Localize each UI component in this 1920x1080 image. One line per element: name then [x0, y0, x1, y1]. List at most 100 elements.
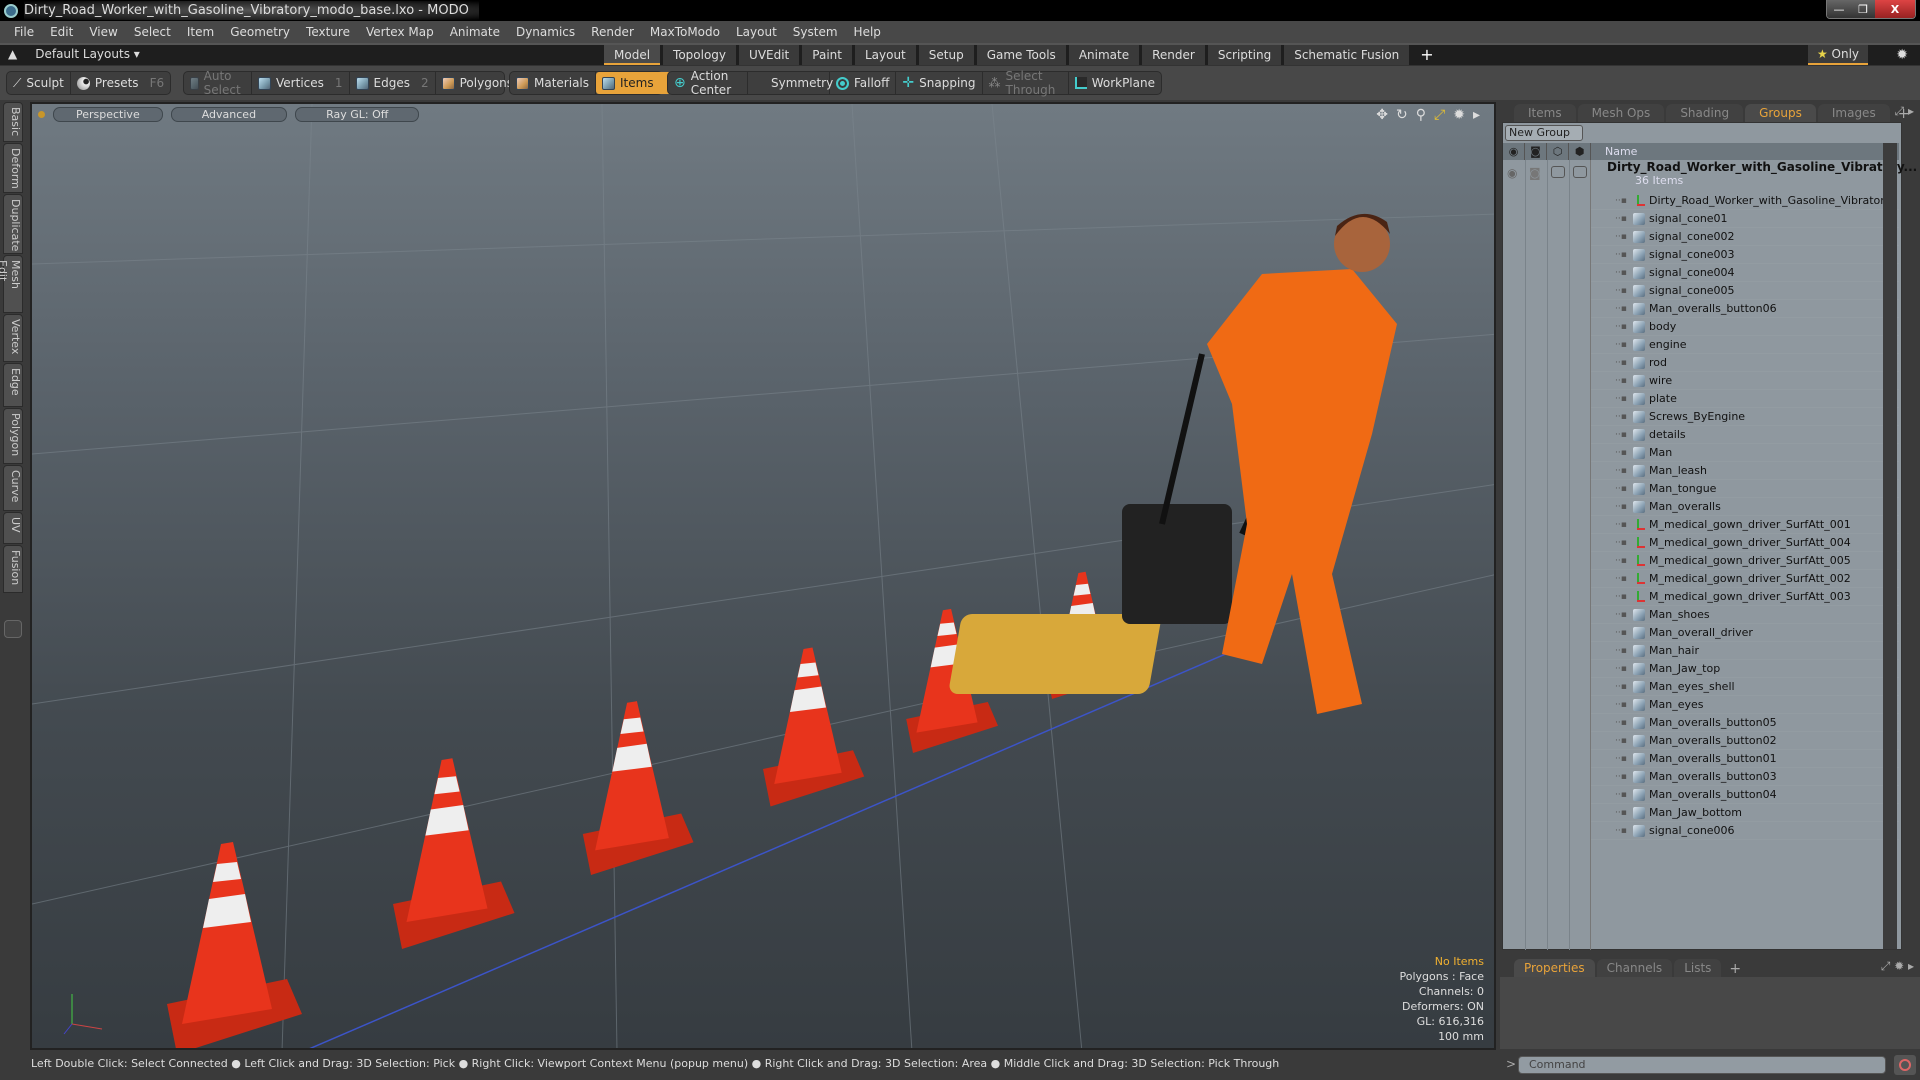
panel-toggle-button[interactable] — [4, 620, 22, 638]
raygl-dropdown[interactable]: Ray GL: Off — [295, 106, 420, 122]
view-mode-dropdown[interactable]: Perspective — [53, 106, 163, 122]
tab-polygon[interactable]: Polygon — [3, 408, 23, 464]
viewport-menu-dot[interactable] — [38, 110, 45, 118]
group-item[interactable]: ··▪ details — [1591, 426, 1899, 444]
group-item[interactable]: ··▪ Screws_ByEngine — [1591, 408, 1899, 426]
sculpt-button[interactable]: ⟋ Sculpt — [7, 72, 71, 94]
menu-animate[interactable]: Animate — [442, 25, 508, 39]
group-item[interactable]: ··▪ Man_overalls_button04 — [1591, 786, 1899, 804]
menu-render[interactable]: Render — [583, 25, 642, 39]
3d-viewport[interactable]: Perspective Advanced Ray GL: Off ✥ ↻ ⚲ ⤢… — [30, 102, 1496, 1050]
group-item[interactable]: ··▪ Man_Jaw_bottom — [1591, 804, 1899, 822]
group-item[interactable]: ··▪ Man_overalls_button06 — [1591, 300, 1899, 318]
tab-shading[interactable]: Shading — [1666, 104, 1744, 122]
lock-toggle[interactable] — [1551, 166, 1565, 178]
auto-select-button[interactable]: Auto Select — [184, 69, 253, 97]
group-root[interactable]: Dirty_Road_Worker_with_Gasoline_Vibrator… — [1591, 160, 1917, 192]
group-item[interactable]: ··▪ Man — [1591, 444, 1899, 462]
menu-help[interactable]: Help — [846, 25, 889, 39]
collapse-up-icon[interactable]: ▲ — [8, 47, 17, 61]
close-button[interactable]: X — [1875, 0, 1915, 18]
action-center-button[interactable]: ⊕ Action Center — [668, 69, 748, 97]
vertices-button[interactable]: Vertices 1 — [252, 72, 350, 94]
tab-mesh-ops[interactable]: Mesh Ops — [1577, 104, 1665, 122]
group-item[interactable]: ··▪ Man_overall_driver — [1591, 624, 1899, 642]
tab-setup[interactable]: Setup — [918, 45, 974, 65]
menu-item[interactable]: Item — [179, 25, 222, 39]
menu-view[interactable]: View — [81, 25, 125, 39]
bottom-panel-controls-icon[interactable]: ⤢ ✹ ▸ — [1881, 959, 1914, 974]
default-layouts-dropdown[interactable]: Default Layouts ▾ — [35, 47, 140, 61]
group-item[interactable]: ··▪ signal_cone003 — [1591, 246, 1899, 264]
tab-uv[interactable]: UV — [3, 512, 23, 544]
expand-arrow-icon[interactable]: ▸ — [1473, 107, 1480, 123]
group-item[interactable]: ··▪ Man_tongue — [1591, 480, 1899, 498]
group-item[interactable]: ··▪ Dirty_Road_Worker_with_Gasoline_Vibra… — [1591, 192, 1899, 210]
menu-file[interactable]: File — [6, 25, 42, 39]
tab-curve[interactable]: Curve — [3, 465, 23, 511]
group-item[interactable]: ··▪ M_medical_gown_driver_SurfAtt_004 — [1591, 534, 1899, 552]
settings-icon[interactable]: ✹ — [1453, 107, 1465, 123]
tab-items[interactable]: Items — [1514, 104, 1576, 122]
group-item[interactable]: ··▪ M_medical_gown_driver_SurfAtt_005 — [1591, 552, 1899, 570]
group-item[interactable]: ··▪ wire — [1591, 372, 1899, 390]
tab-layout[interactable]: Layout — [854, 45, 916, 65]
eye-icon[interactable]: ◉ — [1507, 166, 1517, 180]
tab-edge[interactable]: Edge — [3, 363, 23, 407]
minimize-button[interactable]: — — [1827, 0, 1851, 18]
render-column-icon[interactable]: ◙ — [1525, 143, 1547, 160]
add-bottom-tab-button[interactable]: + — [1723, 961, 1747, 977]
record-button[interactable] — [1894, 1055, 1916, 1075]
menu-maxtomodo[interactable]: MaxToModo — [642, 25, 728, 39]
group-item[interactable]: ··▪ signal_cone005 — [1591, 282, 1899, 300]
tab-schematic-fusion[interactable]: Schematic Fusion — [1284, 45, 1410, 65]
group-item[interactable]: ··▪ Man_leash — [1591, 462, 1899, 480]
group-item[interactable]: ··▪ Man_hair — [1591, 642, 1899, 660]
group-item[interactable]: ··▪ Man_overalls_button01 — [1591, 750, 1899, 768]
render-icon[interactable]: ◙ — [1529, 166, 1541, 180]
groups-scrollbar[interactable] — [1883, 143, 1897, 949]
group-item[interactable]: ··▪ rod — [1591, 354, 1899, 372]
maximize-icon[interactable]: ⤢ — [1434, 107, 1445, 123]
group-item[interactable]: ··▪ Man_overalls_button02 — [1591, 732, 1899, 750]
tab-groups[interactable]: Groups — [1745, 104, 1816, 122]
new-group-button[interactable]: New Group — [1505, 125, 1583, 141]
tab-model[interactable]: Model — [604, 45, 661, 65]
panel-expand-icon[interactable]: ⤢ ▸ — [1895, 104, 1914, 119]
lock-column-icon[interactable]: ⬡ — [1547, 143, 1569, 160]
materials-button[interactable]: Materials — [510, 72, 597, 94]
shading-dropdown[interactable]: Advanced — [170, 106, 288, 122]
tab-deform[interactable]: Deform — [3, 143, 23, 193]
group-item[interactable]: ··▪ Man_overalls_button05 — [1591, 714, 1899, 732]
tab-scripting[interactable]: Scripting — [1207, 45, 1282, 65]
tab-properties[interactable]: Properties — [1514, 959, 1595, 977]
select-toggle[interactable] — [1573, 166, 1587, 178]
menu-edit[interactable]: Edit — [42, 25, 81, 39]
group-item[interactable]: ··▪ signal_cone002 — [1591, 228, 1899, 246]
presets-button[interactable]: Presets F6 — [71, 72, 170, 94]
menu-select[interactable]: Select — [126, 25, 179, 39]
group-item[interactable]: ··▪ Man_overalls — [1591, 498, 1899, 516]
tab-game-tools[interactable]: Game Tools — [976, 45, 1066, 65]
group-item[interactable]: ··▪ plate — [1591, 390, 1899, 408]
tab-basic[interactable]: Basic — [3, 102, 23, 142]
group-item[interactable]: ··▪ body — [1591, 318, 1899, 336]
group-item[interactable]: ··▪ Man_eyes — [1591, 696, 1899, 714]
select-through-button[interactable]: ⁂ Select Through — [983, 69, 1069, 97]
snapping-button[interactable]: ✛ Snapping — [896, 72, 983, 94]
gear-icon[interactable]: ✹ — [1896, 45, 1908, 65]
symmetry-button[interactable]: Symmetry — [748, 72, 833, 94]
falloff-button[interactable]: Falloff — [830, 72, 897, 94]
zoom-icon[interactable]: ⚲ — [1416, 107, 1426, 123]
group-item[interactable]: ··▪ M_medical_gown_driver_SurfAtt_002 — [1591, 570, 1899, 588]
workplane-button[interactable]: WorkPlane — [1069, 72, 1161, 94]
group-item[interactable]: ··▪ Man_Jaw_top — [1591, 660, 1899, 678]
tab-render[interactable]: Render — [1142, 45, 1205, 65]
tab-images[interactable]: Images — [1817, 104, 1890, 122]
tab-topology[interactable]: Topology — [663, 45, 737, 65]
only-button[interactable]: ★ Only — [1808, 45, 1868, 65]
rotate-icon[interactable]: ↻ — [1396, 107, 1408, 123]
group-item[interactable]: ··▪ Man_shoes — [1591, 606, 1899, 624]
group-item[interactable]: ··▪ signal_cone004 — [1591, 264, 1899, 282]
group-item[interactable]: ··▪ Man_eyes_shell — [1591, 678, 1899, 696]
